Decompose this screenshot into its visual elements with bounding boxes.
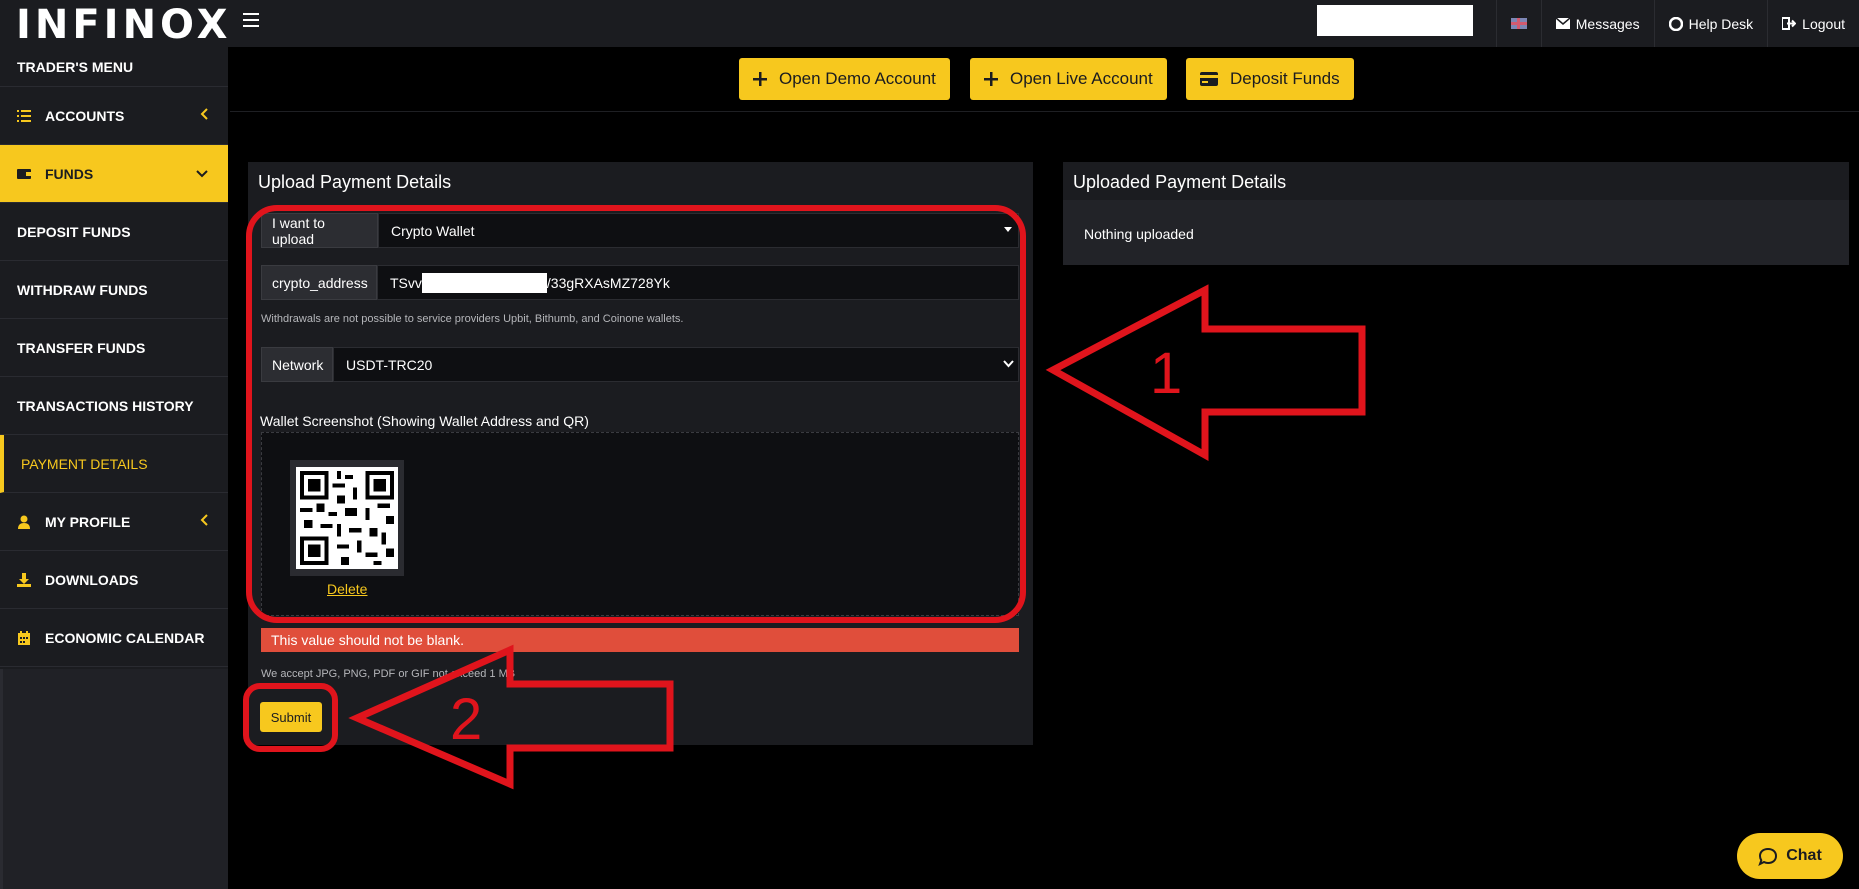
open-live-account-label: Open Live Account [1010,69,1153,88]
help-desk-link[interactable]: Help Desk [1653,0,1768,47]
calendar-icon [17,630,31,645]
crypto-address-prefix: TSvv [390,274,422,291]
plus-icon [753,72,767,86]
upload-type-select[interactable]: Crypto Wallet [378,213,1019,248]
sidebar-empty-area [0,669,228,889]
caret-down-icon [1004,227,1012,232]
wallet-icon [17,167,31,181]
download-icon [17,572,31,587]
language-selector[interactable] [1495,0,1541,47]
crypto-address-input[interactable]: TSvv /33gRXAsMZ728Yk [377,265,1019,300]
redacted-block [421,272,547,293]
logout-icon [1782,17,1797,30]
qr-code-thumbnail [290,460,404,576]
error-message: This value should not be blank. [261,628,1019,652]
deposit-funds-label: Deposit Funds [1230,69,1340,88]
chevron-left-icon [200,514,208,526]
network-value: USDT-TRC20 [346,356,433,373]
sidebar-item-economic-calendar[interactable]: ECONOMIC CALENDAR [0,609,228,667]
sidebar-item-downloads[interactable]: DOWNLOADS [0,551,228,609]
delete-link[interactable]: Delete [327,581,367,597]
chevron-down-icon [196,170,208,178]
envelope-icon [1555,18,1570,29]
sidebar-item-label: ACCOUNTS [45,107,125,124]
accepted-formats-note: We accept JPG, PNG, PDF or GIF not excee… [261,668,516,680]
uk-flag-icon [1510,18,1527,29]
credit-card-icon [1200,72,1218,86]
sidebar-item-payment-details[interactable]: PAYMENT DETAILS [0,435,228,493]
sidebar-item-label: ECONOMIC CALENDAR [45,629,205,646]
infinox-logo[interactable]: INFINOX [16,2,231,48]
chat-bubble-icon [1758,847,1778,866]
arrow-1-number: 1 [1150,341,1182,406]
chevron-left-icon [200,108,208,120]
network-row: Network USDT-TRC20 [261,347,1019,382]
sidebar-item-my-profile[interactable]: MY PROFILE [0,493,228,551]
logout-link[interactable]: Logout [1767,0,1859,47]
sidebar-item-funds[interactable]: FUNDS [0,145,228,203]
sidebar-item-withdraw-funds[interactable]: WITHDRAW FUNDS [0,261,228,319]
sidebar-item-deposit-funds[interactable]: DEPOSIT FUNDS [0,203,228,261]
arrow-1-shape [1045,284,1366,461]
hamburger-menu-icon[interactable] [243,13,259,27]
logout-label: Logout [1802,15,1845,32]
user-icon [17,515,31,529]
qr-code-image [296,467,398,569]
search-input[interactable] [1317,5,1473,36]
uploaded-empty-text: Nothing uploaded [1063,200,1849,265]
crypto-address-suffix: /33gRXAsMZ728Yk [546,274,670,291]
upload-type-row: I want to upload Crypto Wallet [261,213,1019,248]
submit-button[interactable]: Submit [260,702,322,732]
help-desk-label: Help Desk [1688,15,1754,32]
upload-type-label: I want to upload [261,213,378,248]
open-demo-account-label: Open Demo Account [779,69,936,88]
sidebar-title: TRADER'S MENU [0,47,228,87]
sidebar-item-label: FUNDS [45,165,94,182]
wallet-screenshot-label: Wallet Screenshot (Showing Wallet Addres… [260,413,589,429]
list-icon [17,109,31,123]
sidebar-item-label: MY PROFILE [45,513,131,530]
upload-payment-title: Upload Payment Details [248,162,1033,200]
top-nav: Messages Help Desk Logout [1495,0,1859,47]
plus-icon [984,72,998,86]
deposit-funds-button[interactable]: Deposit Funds [1186,58,1354,100]
sidebar-item-label: DOWNLOADS [45,571,139,588]
crypto-address-label: crypto_address [261,265,377,300]
chat-button[interactable]: Chat [1737,833,1843,879]
chevron-down-icon [1003,360,1014,368]
uploaded-payment-panel: Uploaded Payment Details Nothing uploade… [1063,162,1849,265]
network-select[interactable]: USDT-TRC20 [333,347,1019,382]
messages-label: Messages [1575,15,1640,32]
messages-link[interactable]: Messages [1540,0,1654,47]
top-bar: INFINOX Messages Help Desk Logout [0,0,1859,48]
action-bar: Open Demo Account Open Live Account Depo… [230,47,1859,112]
uploaded-payment-title: Uploaded Payment Details [1063,162,1849,200]
sidebar-item-transactions-history[interactable]: TRANSACTIONS HISTORY [0,377,228,435]
chat-label: Chat [1786,847,1822,864]
network-label: Network [261,347,333,382]
upload-type-value: Crypto Wallet [391,222,475,239]
lifebuoy-icon [1668,16,1683,31]
sidebar-item-transfer-funds[interactable]: TRANSFER FUNDS [0,319,228,377]
sidebar-item-accounts[interactable]: ACCOUNTS [0,87,228,145]
sidebar: TRADER'S MENU ACCOUNTS FUNDS DEPOSIT FUN… [0,47,228,889]
withdraw-note: Withdrawals are not possible to service … [261,313,684,325]
open-demo-account-button[interactable]: Open Demo Account [739,58,950,100]
open-live-account-button[interactable]: Open Live Account [970,58,1167,100]
crypto-address-row: crypto_address TSvv /33gRXAsMZ728Yk [261,265,1019,300]
